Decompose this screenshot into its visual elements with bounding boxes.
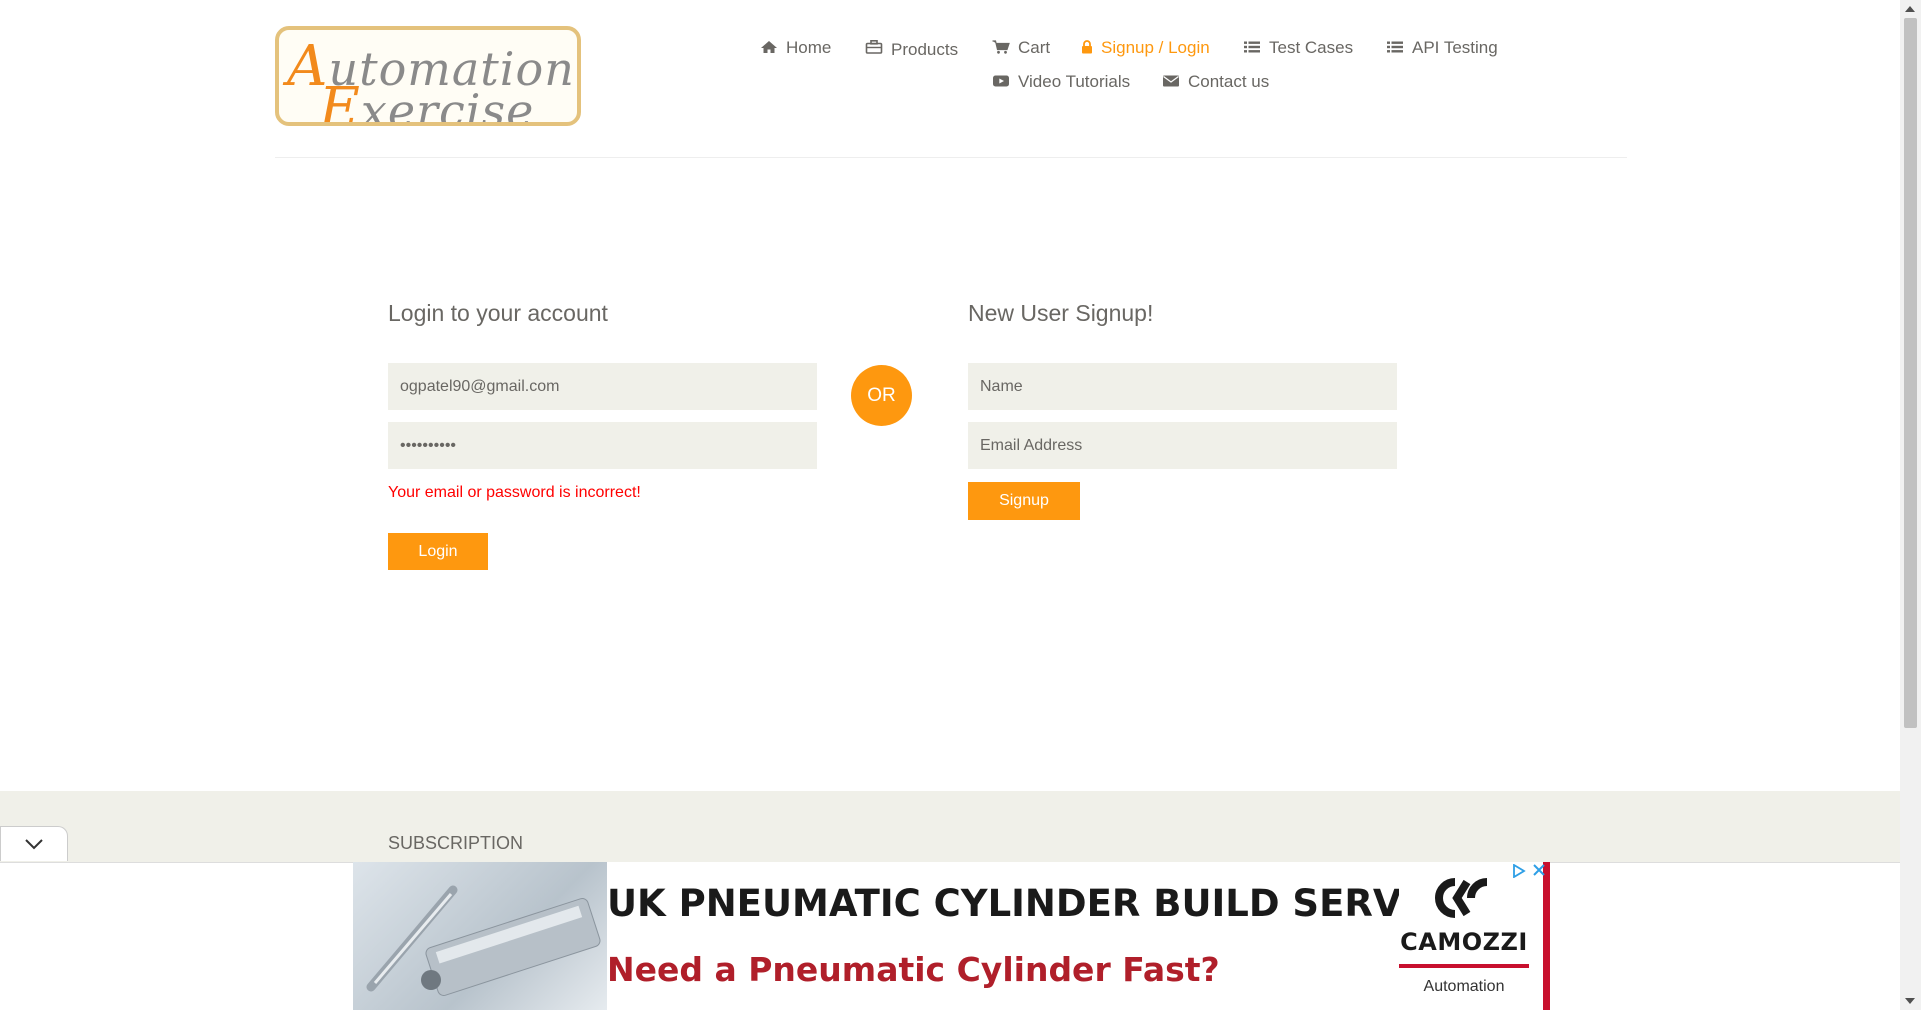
logo-line-2: Exercise <box>319 76 535 126</box>
ad-subline: Need a Pneumatic Cylinder Fast? <box>607 950 1220 989</box>
envelope-icon <box>1163 75 1179 87</box>
ad-brand-name: CAMOZZI <box>1400 928 1528 956</box>
youtube-play-icon <box>993 75 1009 87</box>
ad-product-image <box>353 862 607 1010</box>
site-logo[interactable]: Automation Exercise <box>275 26 581 126</box>
login-error-message: Your email or password is incorrect! <box>388 484 641 501</box>
header-divider <box>275 157 1627 158</box>
scroll-down-arrow[interactable] <box>1905 998 1915 1004</box>
nav-item-products[interactable]: Products <box>865 38 958 59</box>
signup-title: New User Signup! <box>968 300 1154 326</box>
ad-collapse-toggle[interactable] <box>0 826 68 861</box>
signup-button[interactable]: Signup <box>968 482 1080 520</box>
nav-item-cart[interactable]: Cart <box>992 38 1050 58</box>
scroll-up-arrow[interactable] <box>1905 6 1915 12</box>
or-separator: OR <box>851 365 912 426</box>
signup-name-input[interactable] <box>968 363 1397 410</box>
briefcase-icon <box>865 40 883 54</box>
nav-item-api-testing[interactable]: API Testing <box>1386 38 1498 58</box>
login-button[interactable]: Login <box>388 533 488 570</box>
close-icon[interactable] <box>1531 862 1547 878</box>
nav-item-test-cases[interactable]: Test Cases <box>1243 38 1353 58</box>
login-email-input[interactable] <box>388 363 817 410</box>
nav-item-signup-login[interactable]: Signup / Login <box>1081 38 1210 58</box>
ad-headline: UK PNEUMATIC CYLINDER BUILD SERVICE <box>607 882 1468 925</box>
home-icon <box>761 41 777 53</box>
nav-item-contact-us[interactable]: Contact us <box>1162 72 1269 92</box>
ad-brand: CAMOZZI Automation <box>1399 862 1529 1010</box>
chevron-down-icon <box>25 839 43 850</box>
cart-icon <box>992 40 1010 54</box>
ad-brand-tag: Automation <box>1423 978 1505 995</box>
page: Automation Exercise Home Products Cart S… <box>0 0 1900 1011</box>
login-password-input[interactable] <box>388 422 817 469</box>
ad-accent-bar <box>1543 862 1550 1010</box>
lock-icon <box>1082 40 1092 54</box>
login-title: Login to your account <box>388 300 608 326</box>
ad-brand-bar <box>1399 964 1529 968</box>
nav-item-home[interactable]: Home <box>760 38 831 58</box>
ad-banner[interactable]: UK PNEUMATIC CYLINDER BUILD SERVICE Need… <box>353 862 1550 1010</box>
list-icon <box>1244 41 1260 53</box>
page-scrollbar[interactable] <box>1900 0 1921 1010</box>
ad-choices-icon[interactable] <box>1512 864 1526 878</box>
nav-item-video-tutorials[interactable]: Video Tutorials <box>992 72 1130 92</box>
scroll-thumb[interactable] <box>1904 18 1917 728</box>
signup-email-input[interactable] <box>968 422 1397 469</box>
camozzi-logo-icon <box>1435 878 1488 918</box>
subscription-heading: SUBSCRIPTION <box>388 833 524 853</box>
list-icon <box>1387 41 1403 53</box>
